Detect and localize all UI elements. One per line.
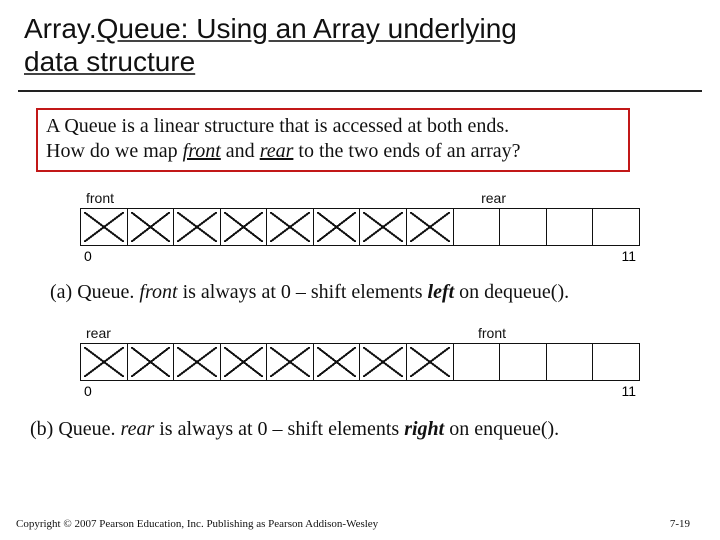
array-cell-empty — [547, 344, 594, 380]
array-cell-occupied — [81, 344, 128, 380]
figure-b-front-label: front — [478, 325, 506, 341]
figure-a-index-start: 0 — [84, 248, 92, 264]
array-cell-occupied — [314, 344, 361, 380]
figure-b: rear front 0 11 — [80, 325, 640, 399]
intro-line1: A Queue is a linear structure that is ac… — [46, 114, 618, 139]
intro-line2-pre: How do we map — [46, 140, 183, 162]
figure-a: front rear 0 11 — [80, 190, 640, 264]
array-cell-empty — [547, 209, 594, 245]
caption-a-prefix: (a) Queue. — [50, 281, 134, 303]
figure-b-array — [80, 343, 640, 381]
figure-a-front-label: front — [86, 190, 114, 206]
intro-line2: How do we map front and rear to the two … — [46, 139, 618, 164]
caption-b-post: on enqueue(). — [444, 418, 559, 440]
intro-front-word: front — [183, 140, 221, 162]
footer-page-number: 7-19 — [670, 518, 690, 530]
caption-b: (b) Queue. rear is always at 0 – shift e… — [30, 417, 704, 442]
array-cell-occupied — [128, 209, 175, 245]
caption-b-prefix: (b) Queue. — [30, 418, 116, 440]
intro-line2-mid: and — [221, 140, 260, 162]
array-cell-empty — [500, 209, 547, 245]
caption-a: (a) Queue. front is always at 0 – shift … — [50, 280, 704, 305]
caption-a-mid: is always at 0 – shift elements — [178, 281, 428, 303]
caption-a-post: on dequeue(). — [454, 281, 569, 303]
array-cell-occupied — [360, 344, 407, 380]
array-cell-occupied — [360, 209, 407, 245]
footer-copyright: Copyright © 2007 Pearson Education, Inc.… — [16, 518, 378, 530]
intro-line2-post: to the two ends of an array? — [293, 140, 520, 162]
array-cell-occupied — [407, 209, 454, 245]
figure-b-index-end: 11 — [621, 383, 636, 399]
array-cell-occupied — [267, 344, 314, 380]
slide-title: Array.Queue: Using an Array underlying d… — [24, 12, 700, 78]
caption-b-dir: right — [404, 418, 444, 440]
figure-b-index-start: 0 — [84, 383, 92, 399]
array-cell-empty — [593, 344, 639, 380]
caption-b-rear: rear — [121, 418, 155, 440]
title-part1: Array. — [24, 13, 97, 44]
array-cell-occupied — [221, 344, 268, 380]
figure-b-rear-label: rear — [86, 325, 111, 341]
title-underline-rule — [18, 90, 702, 92]
slide-title-area: Array.Queue: Using an Array underlying d… — [0, 0, 720, 84]
figure-a-array — [80, 208, 640, 246]
figure-b-index-row: 0 11 — [80, 381, 640, 399]
title-part2: Queue: Using an Array underlying — [97, 13, 517, 44]
array-cell-empty — [454, 344, 501, 380]
title-line2: data structure — [24, 46, 195, 77]
array-cell-occupied — [407, 344, 454, 380]
figure-a-rear-label: rear — [481, 190, 506, 206]
caption-a-front: front — [139, 281, 177, 303]
caption-b-mid: is always at 0 – shift elements — [154, 418, 404, 440]
array-cell-occupied — [267, 209, 314, 245]
array-cell-occupied — [174, 209, 221, 245]
caption-a-dir: left — [428, 281, 455, 303]
array-cell-occupied — [221, 209, 268, 245]
array-cell-occupied — [128, 344, 175, 380]
array-cell-occupied — [314, 209, 361, 245]
figure-a-index-end: 11 — [621, 248, 636, 264]
array-cell-empty — [454, 209, 501, 245]
array-cell-occupied — [174, 344, 221, 380]
array-cell-occupied — [81, 209, 128, 245]
array-cell-empty — [593, 209, 639, 245]
figure-b-top-labels: rear front — [80, 325, 640, 343]
intro-callout-box: A Queue is a linear structure that is ac… — [36, 108, 630, 172]
intro-rear-word: rear — [260, 140, 294, 162]
array-cell-empty — [500, 344, 547, 380]
figure-a-top-labels: front rear — [80, 190, 640, 208]
figure-a-index-row: 0 11 — [80, 246, 640, 264]
